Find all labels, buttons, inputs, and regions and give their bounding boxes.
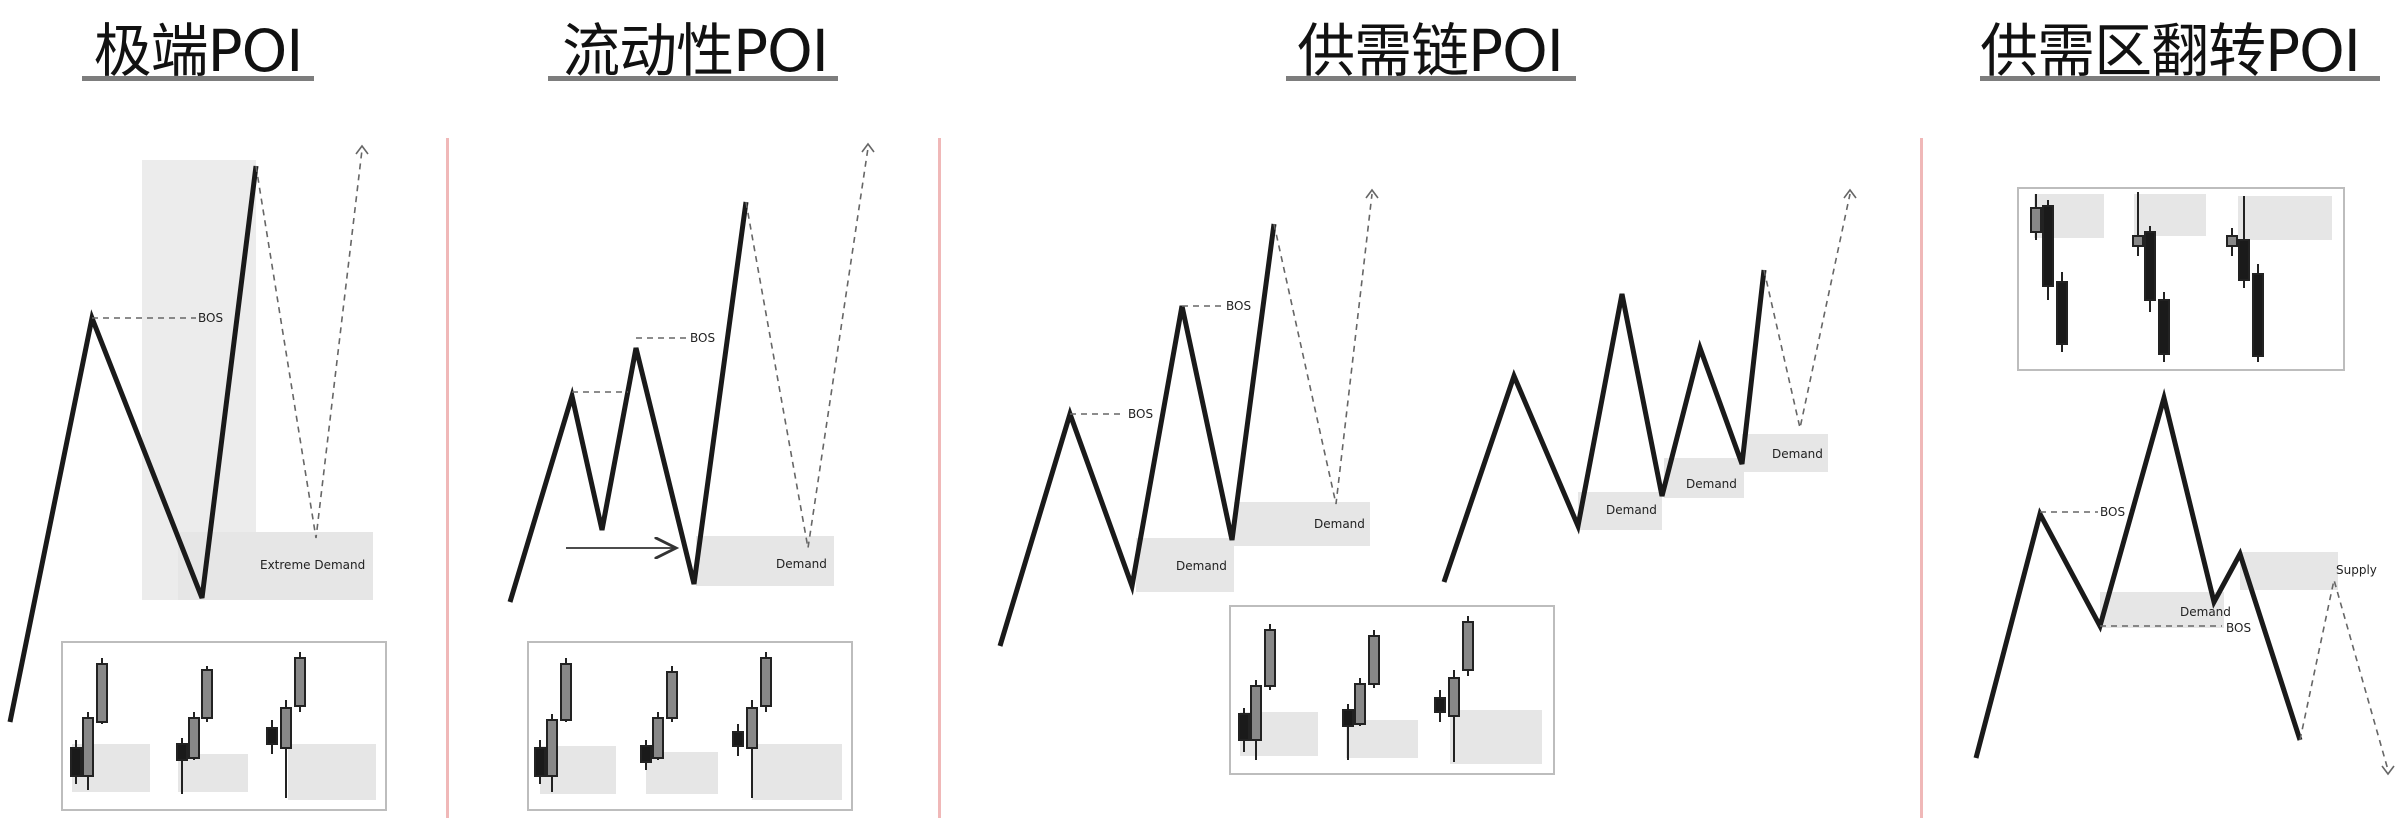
- inset-demand-zone: [1346, 720, 1418, 758]
- bos-label: BOS: [2100, 505, 2125, 519]
- projected-path: [255, 149, 363, 539]
- inset-demand-zone: [1450, 710, 1542, 764]
- poi-diagram-canvas: BOS Extreme Demand BOS Demand BOS BOS De…: [7, 142, 2395, 811]
- projection-caret: [2381, 765, 2395, 776]
- candle-inset: [527, 641, 853, 811]
- demand-label: Demand: [1686, 477, 1737, 491]
- panel-extreme-poi: BOS Extreme Demand: [7, 144, 387, 811]
- bos-label: BOS: [1128, 407, 1153, 421]
- bos-label: BOS: [198, 311, 223, 325]
- demand-label: Demand: [1176, 559, 1227, 573]
- demand-label: Demand: [1314, 517, 1365, 531]
- inset-demand-zone: [752, 744, 842, 800]
- projected-path: [1763, 193, 1851, 429]
- demand-label: Demand: [776, 557, 827, 571]
- panel-chain-poi: BOS BOS Demand Demand Demand Demand Dema…: [997, 188, 1857, 775]
- inset-supply-zone: [2238, 196, 2332, 240]
- demand-label: Demand: [1606, 503, 1657, 517]
- candle-inset: [2017, 187, 2345, 371]
- supply-label: Supply: [2336, 563, 2377, 577]
- price-path: [1441, 269, 1767, 583]
- inset-demand-zone: [178, 754, 248, 792]
- candle-inset: [1229, 605, 1555, 775]
- bos-label: BOS: [690, 331, 715, 345]
- bos-label: BOS: [2226, 621, 2251, 635]
- demand-label: Demand: [1772, 447, 1823, 461]
- panel-liquidity-poi: BOS Demand: [507, 142, 875, 811]
- extreme-demand-label: Extreme Demand: [260, 558, 365, 572]
- bos-label: BOS: [1226, 299, 1251, 313]
- inset-supply-zone: [2134, 194, 2206, 236]
- supply-zone: [2240, 552, 2338, 590]
- projected-path: [2299, 579, 2389, 771]
- panel-flip-poi: BOS BOS Demand Supply: [1973, 187, 2395, 776]
- projected-path: [745, 147, 869, 549]
- inset-demand-zone: [288, 744, 376, 800]
- demand-label: Demand: [2180, 605, 2231, 619]
- candle-inset: [61, 641, 387, 811]
- projected-path: [1273, 193, 1373, 505]
